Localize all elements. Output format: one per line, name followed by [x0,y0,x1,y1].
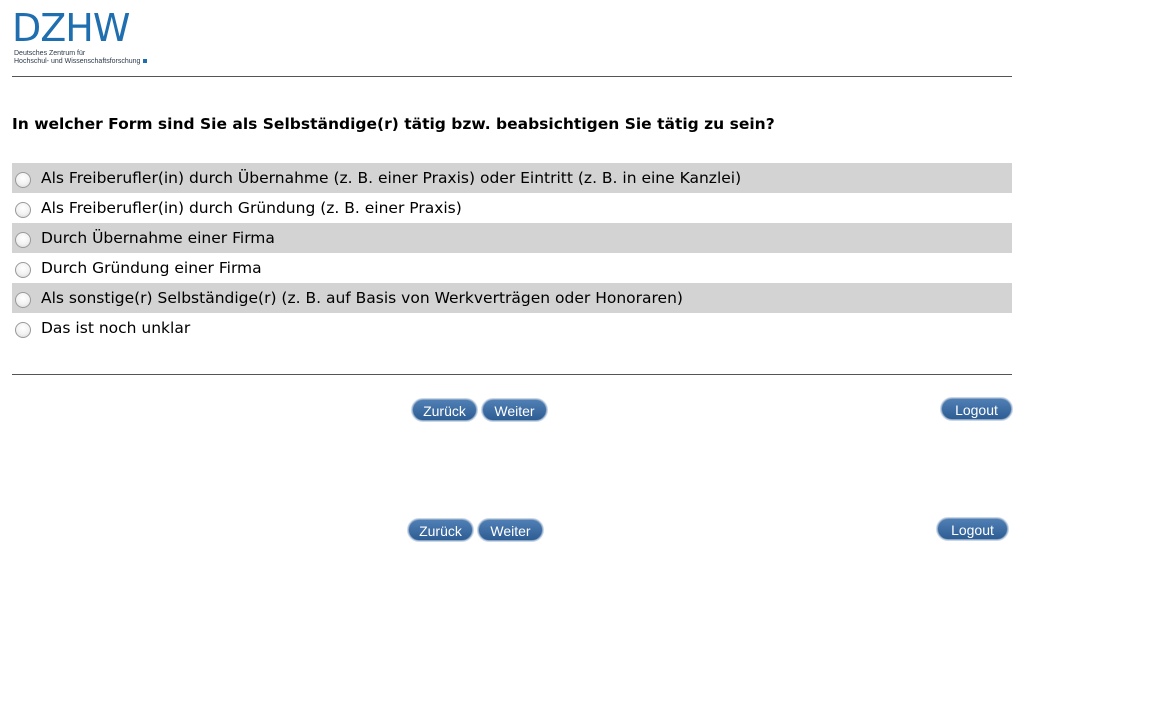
option-label: Als Freiberufler(in) durch Übernahme (z.… [41,169,742,187]
logo-mark: DZHW [12,6,130,50]
radio-button[interactable] [15,321,31,338]
radio-button[interactable] [15,201,31,218]
option-label: Als Freiberufler(in) durch Gründung (z. … [41,199,462,217]
option-row[interactable]: Das ist noch unklar [12,313,1012,343]
next-button[interactable]: Weiter [482,399,547,421]
logo-subtitle-line1: Deutsches Zentrum für [14,50,86,57]
logout-button-secondary[interactable]: Logout [937,518,1008,540]
survey-page: DZHW Deutsches Zentrum für Hochschul- un… [0,0,1152,720]
option-label: Als sonstige(r) Selbständige(r) (z. B. a… [41,289,683,307]
option-label: Das ist noch unklar [41,319,191,337]
logo-subtitle: Deutsches Zentrum für Hochschul- und Wis… [14,50,148,66]
option-label: Durch Gründung einer Firma [41,259,262,277]
option-row[interactable]: Als Freiberufler(in) durch Übernahme (z.… [12,163,1012,193]
radio-button[interactable] [15,171,31,188]
header-divider [12,76,1012,77]
option-row[interactable]: Als Freiberufler(in) durch Gründung (z. … [12,193,1012,223]
dzhw-logo: DZHW Deutsches Zentrum für Hochschul- un… [12,8,152,68]
next-button-secondary[interactable]: Weiter [478,519,543,541]
back-button[interactable]: Zurück [412,399,477,421]
logout-button[interactable]: Logout [941,398,1012,420]
answer-options: Als Freiberufler(in) durch Übernahme (z.… [12,163,1012,343]
radio-button[interactable] [15,261,31,278]
question-text: In welcher Form sind Sie als Selbständig… [12,115,775,133]
back-button-secondary[interactable]: Zurück [408,519,473,541]
option-label: Durch Übernahme einer Firma [41,229,275,247]
option-row[interactable]: Als sonstige(r) Selbständige(r) (z. B. a… [12,283,1012,313]
logo-subtitle-line2: Hochschul- und Wissenschaftsforschung [14,58,148,66]
option-row[interactable]: Durch Gründung einer Firma [12,253,1012,283]
footer-divider [12,374,1012,375]
radio-button[interactable] [15,291,31,308]
option-row[interactable]: Durch Übernahme einer Firma [12,223,1012,253]
radio-button[interactable] [15,231,31,248]
